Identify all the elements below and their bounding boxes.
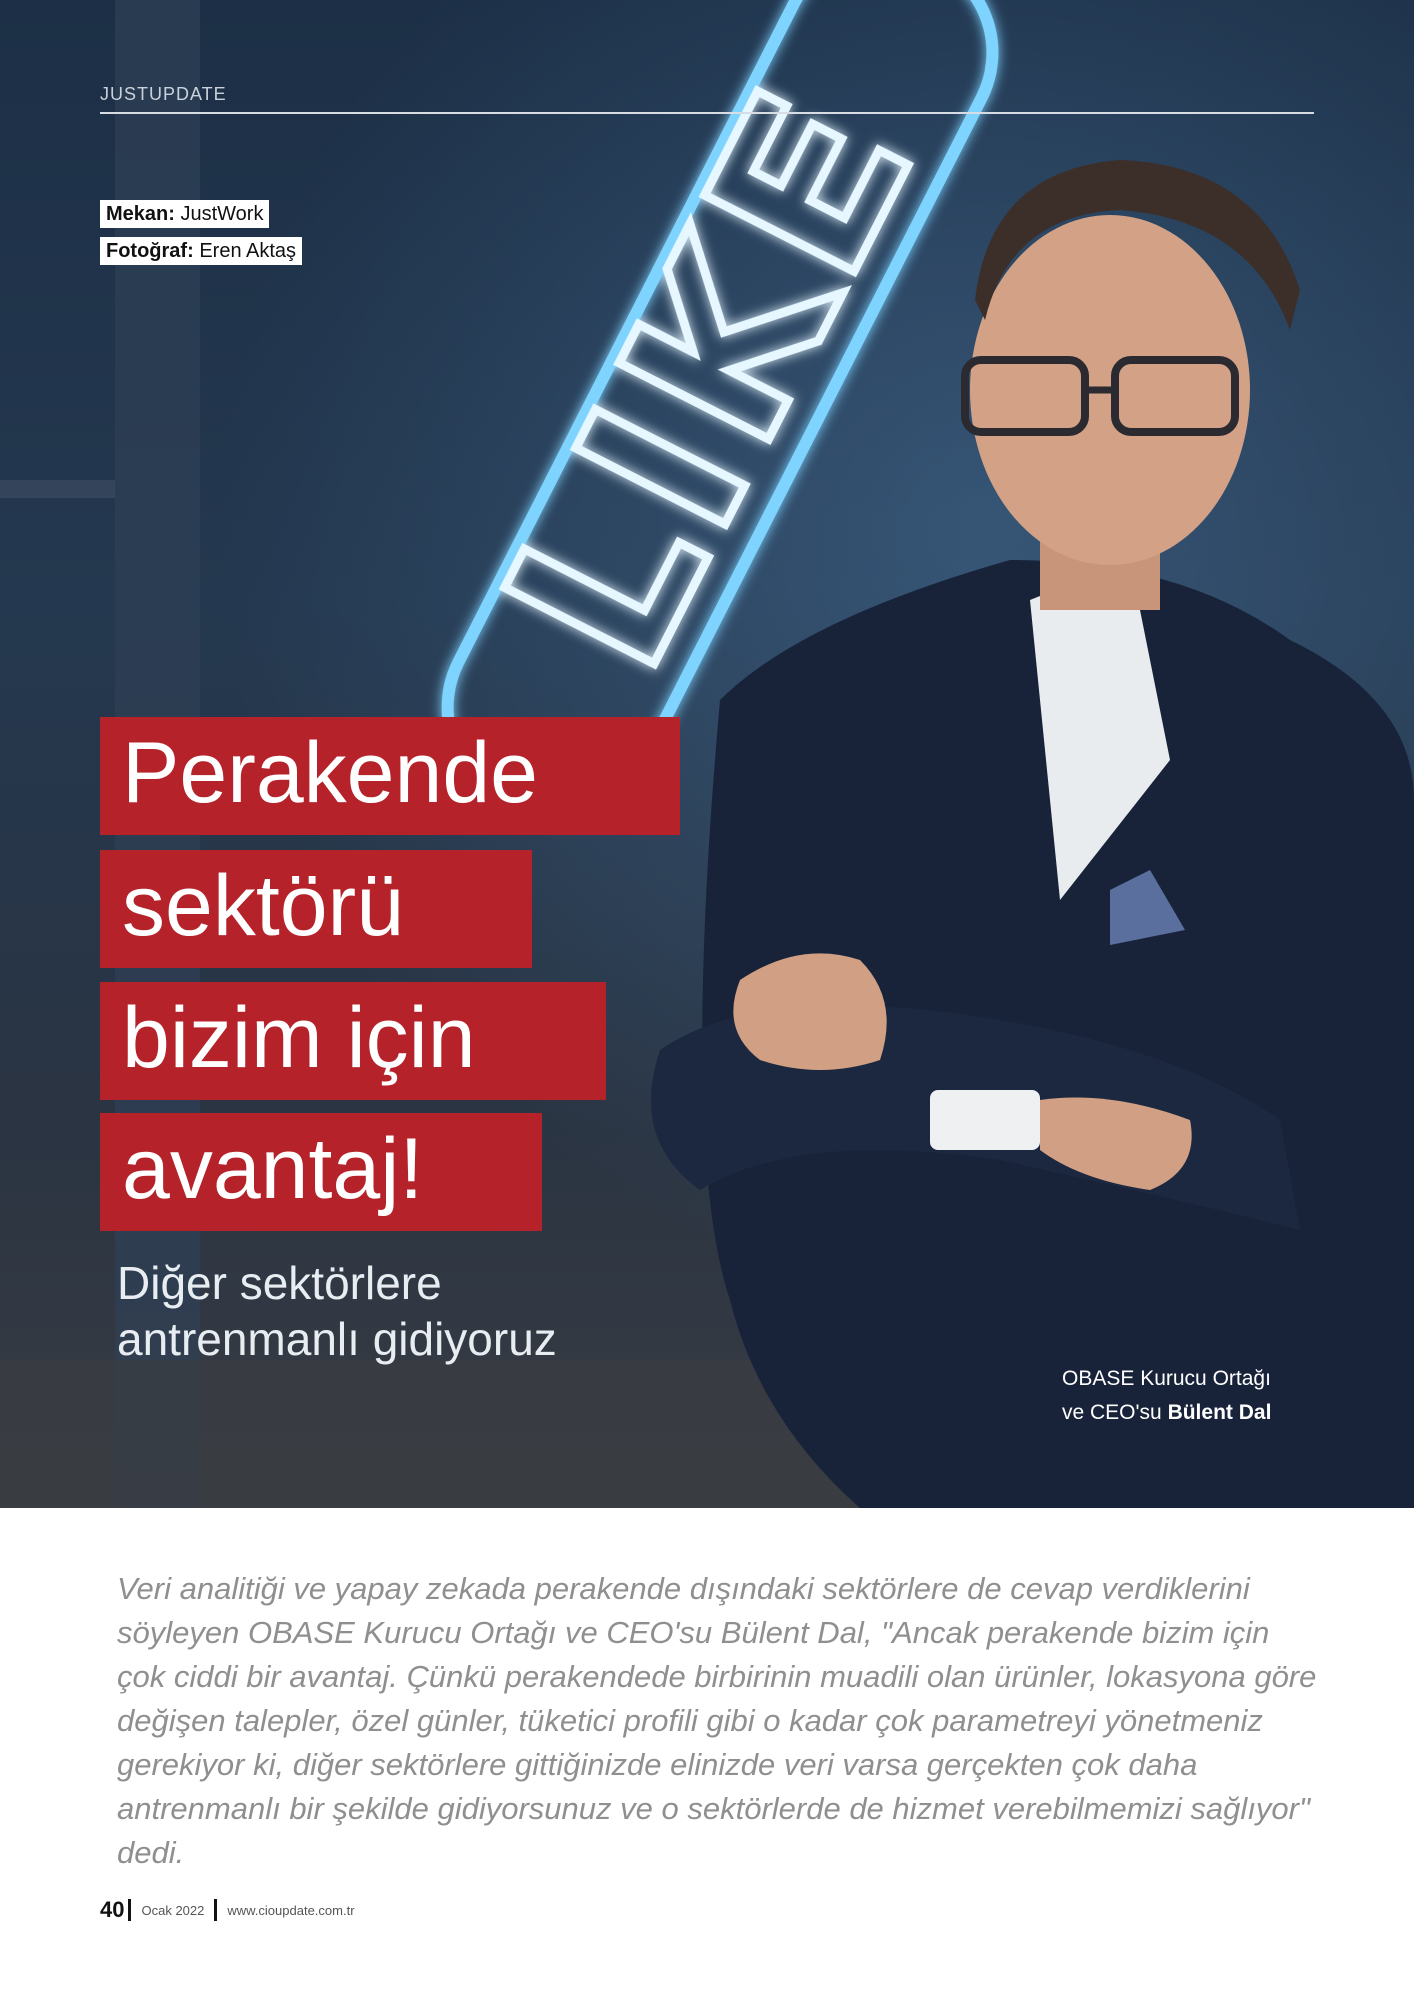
footer-separator <box>128 1899 132 1921</box>
venue-credit-value: JustWork <box>180 203 264 225</box>
caption-name: Bülent Dal <box>1167 1401 1272 1424</box>
footer-separator-2 <box>214 1899 218 1921</box>
photo-caption: OBASE Kurucu Ortağı ve CEO'su Bülent Dal <box>1062 1362 1302 1430</box>
site-url[interactable]: www.cioupdate.com.tr <box>227 1903 354 1918</box>
caption-line-1: OBASE Kurucu Ortağı <box>1062 1367 1271 1390</box>
header-rule <box>100 112 1314 114</box>
page-number: 40 <box>100 1897 125 1922</box>
caption-line-2: ve CEO'su <box>1062 1401 1162 1424</box>
photo-credit: Fotoğraf: Eren Aktaş <box>100 237 303 265</box>
headline-line-2: sektörü <box>100 850 532 968</box>
hero-photo: LIKE JUSTUPDATE Mekan: JustWork Fotoğraf… <box>0 0 1414 1508</box>
headline-line-4: avantaj! <box>100 1113 542 1231</box>
issue-date: Ocak 2022 <box>141 1902 205 1918</box>
subheading: Diğer sektörlere antrenmanlı gidiyoruz <box>117 1257 557 1365</box>
photo-credit-label: Fotoğraf: <box>106 240 194 262</box>
page-footer: 40 Ocak 2022 www.cioupdate.com.tr <box>100 1897 355 1922</box>
venue-credit: Mekan: JustWork <box>100 200 270 228</box>
section-label: JUSTUPDATE <box>100 84 227 104</box>
lede-paragraph: Veri analitiği ve yapay zekada perakende… <box>117 1571 1317 1870</box>
headline-line-1: Perakende <box>100 717 680 835</box>
photo-credit-value: Eren Aktaş <box>199 240 297 262</box>
headline-line-3: bizim için <box>100 982 606 1100</box>
venue-credit-label: Mekan: <box>106 203 175 225</box>
